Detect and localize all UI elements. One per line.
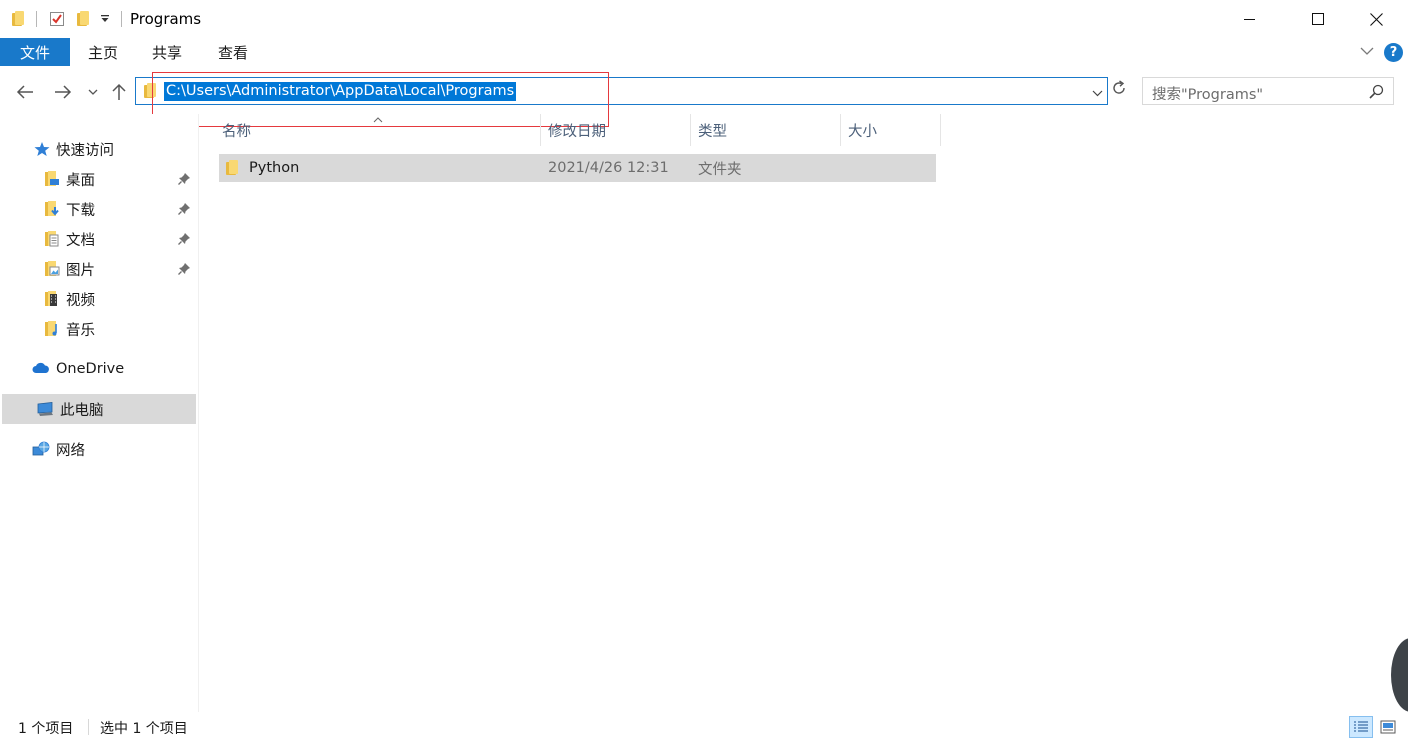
expand-ribbon-icon[interactable] — [1360, 44, 1374, 60]
forward-arrow-icon — [55, 85, 72, 99]
file-name[interactable]: Python — [249, 154, 299, 182]
customize-toolbar-icon[interactable] — [100, 9, 110, 29]
videos-folder-icon — [44, 291, 60, 307]
column-separator[interactable] — [690, 114, 691, 146]
sidebar-item-label: 图片 — [66, 262, 95, 279]
tab-file[interactable]: 文件 — [0, 38, 70, 66]
sidebar-item-pictures[interactable]: 图片 — [44, 254, 198, 284]
tab-share[interactable]: 共享 — [152, 38, 182, 66]
up-button[interactable] — [109, 80, 129, 104]
computer-icon — [36, 401, 54, 417]
sidebar-item-label: 下载 — [66, 202, 95, 219]
back-button[interactable] — [14, 80, 36, 104]
status-bar: 1 个项目 选中 1 个项目 — [0, 712, 1408, 742]
column-header-type[interactable]: 类型 — [695, 114, 840, 146]
large-icons-view-button[interactable] — [1376, 716, 1400, 738]
sidebar-item-label: 音乐 — [66, 322, 95, 339]
up-arrow-icon — [112, 83, 126, 100]
file-type: 文件夹 — [698, 161, 742, 178]
close-icon — [1369, 12, 1383, 26]
sidebar-item-quick-access[interactable]: 快速访问 — [34, 134, 114, 164]
close-button[interactable] — [1353, 0, 1399, 38]
sidebar-item-videos[interactable]: 视频 — [44, 284, 198, 314]
desktop-folder-icon — [44, 171, 60, 187]
sidebar-item-network[interactable]: 网络 — [32, 434, 85, 464]
maximize-button[interactable] — [1295, 0, 1341, 38]
downloads-folder-icon — [44, 201, 60, 217]
help-icon[interactable]: ? — [1384, 43, 1403, 62]
chevron-down-icon — [88, 89, 98, 95]
selected-count: 选中 1 个项目 — [100, 721, 188, 737]
documents-folder-icon — [44, 231, 60, 247]
divider — [36, 11, 37, 27]
minimize-button[interactable] — [1226, 0, 1272, 38]
tab-view[interactable]: 查看 — [218, 38, 248, 66]
maximize-icon — [1312, 13, 1324, 25]
ribbon: 文件 主页 共享 查看 ? — [0, 38, 1408, 68]
table-row[interactable]: Python 2021/4/26 12:31 文件夹 — [219, 154, 936, 182]
pin-icon[interactable] — [178, 233, 190, 249]
item-count: 1 个项目 — [18, 721, 74, 737]
sidebar-item-label: OneDrive — [56, 361, 125, 377]
folder-icon — [11, 9, 25, 29]
sidebar-item-label: 视频 — [66, 292, 95, 309]
sidebar-item-this-pc[interactable]: 此电脑 — [2, 394, 196, 424]
search-input[interactable]: 搜索"Programs" — [1152, 83, 1263, 104]
forward-button[interactable] — [52, 80, 74, 104]
column-separator[interactable] — [940, 114, 941, 146]
new-folder-icon[interactable] — [76, 9, 90, 29]
pin-icon[interactable] — [178, 263, 190, 279]
column-header-size[interactable]: 大小 — [845, 114, 940, 146]
sidebar-item-onedrive[interactable]: OneDrive — [32, 354, 124, 384]
properties-icon[interactable] — [49, 9, 65, 29]
column-header-modified[interactable]: 修改日期 — [545, 114, 690, 146]
window-title: Programs — [130, 10, 202, 28]
refresh-icon[interactable] — [1110, 79, 1128, 101]
large-icons-view-icon — [1380, 720, 1396, 734]
title-bar: Programs — [0, 0, 1408, 38]
divider — [88, 719, 89, 735]
sidebar-item-music[interactable]: 音乐 — [44, 314, 198, 344]
floating-assistant-button[interactable] — [1391, 638, 1408, 712]
network-icon — [32, 441, 50, 457]
address-dropdown-icon[interactable] — [1092, 85, 1103, 101]
pin-icon[interactable] — [178, 173, 190, 189]
sidebar-item-label: 网络 — [56, 442, 85, 459]
sidebar-item-desktop[interactable]: 桌面 — [44, 164, 198, 194]
details-view-button[interactable] — [1349, 716, 1373, 738]
sidebar-item-label: 桌面 — [66, 172, 95, 189]
star-icon — [34, 141, 50, 157]
sidebar-item-label: 快速访问 — [56, 142, 114, 159]
details-view-icon — [1354, 721, 1368, 732]
divider — [121, 11, 122, 27]
recent-locations-button[interactable] — [86, 80, 100, 104]
navigation-pane: 快速访问 桌面 下载 文档 图片 视频 音乐 OneDrive 此电脑 网络 — [0, 114, 198, 714]
tab-home[interactable]: 主页 — [88, 38, 118, 66]
folder-icon — [225, 154, 239, 182]
search-box[interactable]: 搜索"Programs" — [1142, 77, 1394, 105]
pane-divider — [198, 114, 199, 714]
column-separator[interactable] — [840, 114, 841, 146]
music-folder-icon — [44, 321, 60, 337]
sidebar-item-label: 此电脑 — [60, 402, 104, 419]
cloud-icon — [32, 361, 50, 377]
back-arrow-icon — [16, 85, 33, 99]
pin-icon[interactable] — [178, 203, 190, 219]
sort-ascending-icon — [373, 111, 383, 127]
sidebar-item-label: 文档 — [66, 232, 95, 249]
sidebar-item-downloads[interactable]: 下载 — [44, 194, 198, 224]
pictures-folder-icon — [44, 261, 60, 277]
search-icon[interactable] — [1369, 84, 1384, 103]
column-separator[interactable] — [540, 114, 541, 146]
minimize-icon — [1243, 18, 1255, 20]
file-modified: 2021/4/26 12:31 — [548, 160, 669, 176]
sidebar-item-documents[interactable]: 文档 — [44, 224, 198, 254]
